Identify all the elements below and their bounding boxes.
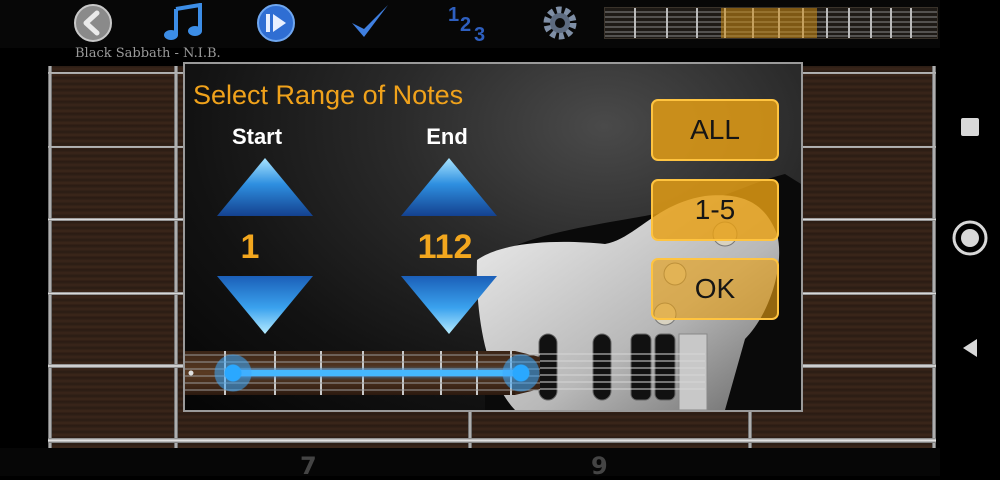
fret-wire xyxy=(932,66,936,448)
arrow-down-icon xyxy=(217,276,313,334)
start-decrease-button[interactable] xyxy=(215,274,315,336)
end-increase-button[interactable] xyxy=(399,156,499,218)
guitar-string xyxy=(48,438,936,443)
song-title: Black Sabbath - N.I.B. xyxy=(75,46,221,61)
end-label: End xyxy=(426,124,468,149)
back-button[interactable] xyxy=(72,3,114,43)
play-icon xyxy=(257,4,295,42)
music-note-icon xyxy=(164,3,202,40)
square-recents-icon xyxy=(961,118,979,136)
range-end-handle[interactable] xyxy=(502,354,540,392)
toolbar: 1 2 3 xyxy=(0,0,940,48)
select-range-dialog: Select Range of Notes Start End 1 112 AL… xyxy=(183,62,803,412)
play-from-start-button[interactable] xyxy=(254,3,298,43)
system-navigation-bar xyxy=(940,0,1000,476)
start-increase-button[interactable] xyxy=(215,156,315,218)
start-value: 1 xyxy=(240,228,260,266)
fret-number-bar: 7 9 xyxy=(0,448,940,480)
gear-icon xyxy=(543,6,577,40)
svg-text:2: 2 xyxy=(460,14,471,36)
arrow-up-icon xyxy=(217,158,313,216)
settings-button[interactable] xyxy=(538,3,582,43)
minimap-visible-range xyxy=(721,8,817,38)
svg-text:1: 1 xyxy=(448,4,459,26)
svg-text:3: 3 xyxy=(474,24,485,43)
range-selection-track xyxy=(233,370,523,376)
back-nav-button[interactable] xyxy=(940,328,1000,368)
end-value: 112 xyxy=(417,228,473,266)
neck-overview-minimap[interactable] xyxy=(604,7,938,39)
end-decrease-button[interactable] xyxy=(399,274,499,336)
home-button[interactable] xyxy=(940,218,1000,258)
numbers-button[interactable]: 1 2 3 xyxy=(444,3,492,43)
circle-home-icon xyxy=(952,220,988,256)
fret-wire xyxy=(174,66,178,448)
range-start-handle[interactable] xyxy=(214,354,252,392)
checkmark-icon xyxy=(352,5,388,37)
numbers-123-icon: 1 2 3 xyxy=(448,4,485,43)
arrow-up-icon xyxy=(401,158,497,216)
one-to-five-button[interactable]: 1-5 xyxy=(651,179,779,241)
recents-button[interactable] xyxy=(940,107,1000,147)
all-button[interactable]: ALL xyxy=(651,99,779,161)
music-button[interactable] xyxy=(160,3,208,43)
triangle-back-icon xyxy=(963,339,977,357)
start-label: Start xyxy=(231,124,283,149)
fret-wire xyxy=(48,66,52,448)
back-arrow-icon xyxy=(74,4,112,42)
ok-button[interactable]: OK xyxy=(651,258,779,320)
arrow-down-icon xyxy=(401,276,497,334)
check-button[interactable] xyxy=(348,3,392,43)
dialog-title: Select Range of Notes xyxy=(193,80,464,110)
